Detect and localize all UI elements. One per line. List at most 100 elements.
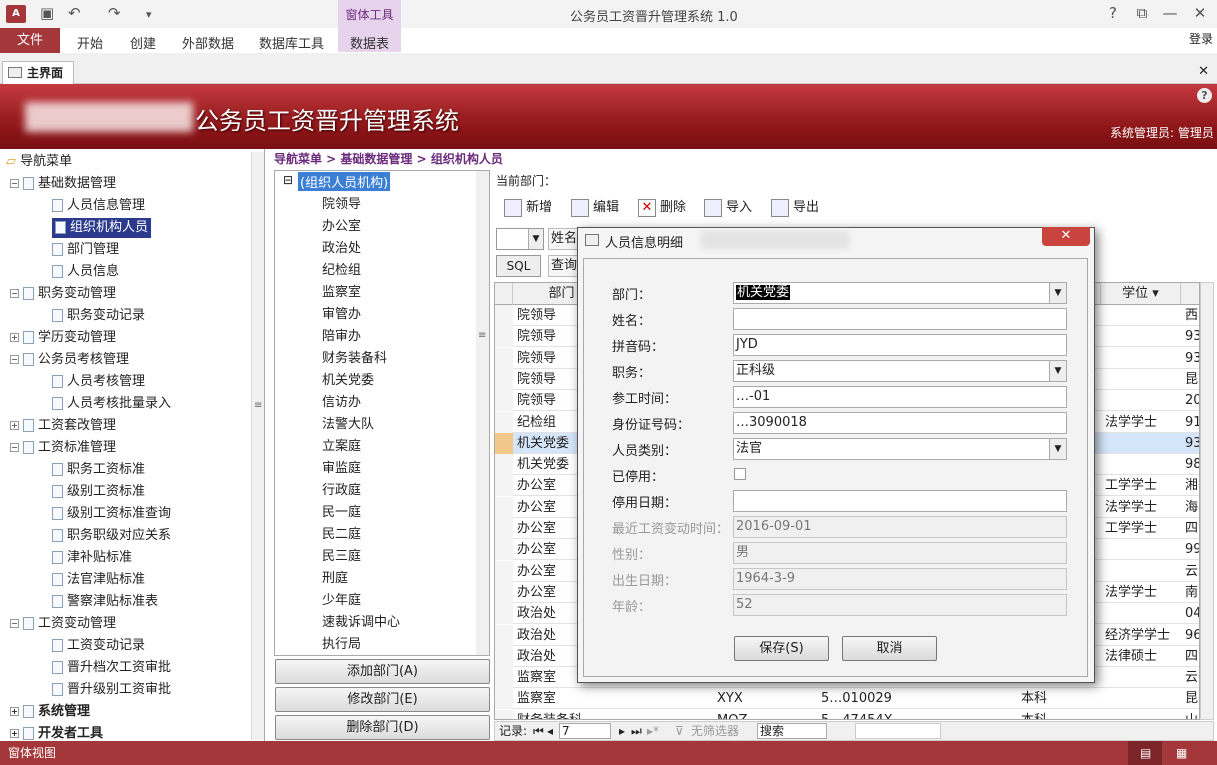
field-input[interactable]: …3090018 [733, 412, 1067, 434]
table-cell[interactable] [1105, 688, 1181, 709]
row-selector[interactable] [495, 368, 513, 390]
tab-create[interactable]: 创建 [130, 33, 156, 52]
splitter-grip-icon[interactable]: ≡ [254, 400, 262, 411]
column-header-degree[interactable]: 学位 ▾ [1101, 283, 1181, 305]
table-cell[interactable]: 监察室 [517, 688, 609, 709]
table-cell[interactable]: 昆 [1185, 369, 1199, 390]
nav-item[interactable]: 职务职级对应关系 [52, 526, 171, 546]
chevron-down-icon[interactable]: ▼ [1049, 439, 1066, 459]
table-cell[interactable]: 四 [1185, 646, 1199, 667]
help-icon[interactable]: ? [1197, 88, 1212, 103]
table-cell[interactable] [1105, 433, 1181, 454]
no-filter-indicator[interactable]: 无筛选器 [691, 722, 739, 740]
nav-item[interactable]: 组织机构人员 [52, 218, 152, 238]
table-cell[interactable]: 南 [1185, 582, 1199, 603]
prev-record-icon[interactable]: ◂ [547, 722, 553, 740]
delete-dept-button[interactable]: 删除部门(D) [275, 715, 490, 740]
search-input[interactable]: 搜索 [757, 723, 827, 739]
table-cell[interactable] [1105, 561, 1181, 582]
customize-qat-icon[interactable]: ▾ [146, 8, 152, 21]
tab-datasheet[interactable]: 数据表 [350, 33, 389, 52]
nav-item[interactable]: + 系统管理 [10, 702, 90, 722]
row-selector[interactable] [495, 624, 513, 646]
nav-item[interactable]: + 工资套改管理 [10, 416, 116, 436]
first-record-icon[interactable]: ⏮ [533, 722, 544, 740]
row-selector[interactable] [495, 475, 513, 497]
nav-item[interactable]: 职务工资标准 [52, 460, 145, 480]
tab-file[interactable]: 文件 [0, 28, 60, 53]
select-all-corner[interactable] [495, 283, 513, 305]
nav-item[interactable]: 人员考核批量录入 [52, 394, 171, 414]
last-record-icon[interactable]: ⏭ [631, 722, 642, 740]
table-cell[interactable] [1105, 390, 1181, 411]
nav-item[interactable]: − 职务变动管理 [10, 284, 116, 304]
row-selector[interactable] [495, 560, 513, 582]
column-header-next[interactable] [1181, 283, 1199, 305]
table-cell[interactable] [1105, 305, 1181, 326]
undo-icon[interactable]: ↶ [68, 4, 81, 22]
nav-item[interactable]: 级别工资标准查询 [52, 504, 171, 524]
nav-item[interactable]: 工资变动记录 [52, 636, 145, 656]
org-tree-item[interactable]: 立案庭 [322, 435, 361, 454]
table-cell[interactable]: 经济学学士 [1105, 625, 1181, 646]
table-cell[interactable] [1105, 667, 1181, 688]
redo-icon[interactable]: ↷ [108, 4, 121, 22]
table-cell[interactable]: 5…010029 [821, 688, 1011, 709]
nav-item[interactable]: 警察津贴标准表 [52, 592, 158, 612]
chevron-down-icon[interactable]: ▼ [1049, 283, 1066, 303]
splitter-grip-icon[interactable]: ≡ [478, 330, 486, 341]
import-button[interactable]: 导入 [702, 197, 752, 221]
tab-external-data[interactable]: 外部数据 [182, 33, 234, 52]
table-cell[interactable] [1105, 348, 1181, 369]
expand-icon[interactable]: + [10, 421, 19, 430]
login-link[interactable]: 登录 [1189, 30, 1213, 47]
table-cell[interactable] [607, 710, 707, 719]
tab-database-tools[interactable]: 数据库工具 [259, 33, 324, 52]
edit-dept-button[interactable]: 修改部门(E) [275, 687, 490, 712]
current-record-field[interactable]: 7 [559, 723, 611, 739]
org-tree-item[interactable]: 监察室 [322, 281, 361, 300]
table-cell[interactable]: 云 [1185, 561, 1199, 582]
nav-item[interactable]: 晋升档次工资审批 [52, 658, 171, 678]
collapse-icon[interactable]: − [10, 289, 19, 298]
table-cell[interactable]: 法律硕士 [1105, 646, 1181, 667]
row-selector[interactable] [495, 305, 513, 326]
field-input[interactable]: …-01 [733, 386, 1067, 408]
nav-item[interactable]: 晋升级别工资审批 [52, 680, 171, 700]
org-tree-item[interactable]: 行政庭 [322, 479, 361, 498]
export-button[interactable]: 导出 [769, 197, 819, 221]
disabled-checkbox[interactable] [734, 468, 746, 480]
org-tree-item[interactable]: 机关党委 [322, 369, 374, 388]
tab-main-form[interactable]: 主界面 [2, 61, 74, 84]
collapse-icon[interactable]: − [10, 443, 19, 452]
table-cell[interactable]: 法学学士 [1105, 497, 1181, 518]
nav-item[interactable]: 级别工资标准 [52, 482, 145, 502]
chevron-down-icon[interactable]: ▼ [1049, 361, 1066, 381]
next-record-icon[interactable]: ▸ [619, 722, 625, 740]
org-tree-item[interactable]: 审监庭 [322, 457, 361, 476]
grid-vertical-scrollbar[interactable] [1200, 282, 1214, 720]
nav-scrollbar[interactable] [251, 152, 264, 740]
table-cell[interactable] [1105, 326, 1181, 347]
org-tree-item[interactable]: 院领导 [322, 193, 361, 212]
org-tree-item[interactable]: 法警大队 [322, 413, 374, 432]
table-cell[interactable]: 98 [1185, 454, 1199, 475]
expand-icon[interactable]: + [10, 707, 19, 716]
table-cell[interactable]: 本科 [1021, 710, 1101, 719]
field-select[interactable]: 正科级 ▼ [733, 360, 1067, 382]
table-cell[interactable]: 海 [1185, 497, 1199, 518]
table-cell[interactable]: 93 [1185, 348, 1199, 369]
minimize-button[interactable]: — [1158, 4, 1182, 22]
table-row[interactable]: 财务装备科 MQZ 5…47454X 本科 山 [495, 709, 1199, 719]
row-selector[interactable] [495, 667, 513, 689]
add-dept-button[interactable]: 添加部门(A) [275, 659, 490, 684]
edit-button[interactable]: 编辑 [569, 197, 619, 221]
collapse-icon[interactable]: ⊟ [283, 173, 293, 187]
org-tree-item[interactable]: 财务装备科 [322, 347, 387, 366]
table-cell[interactable]: 5…47454X [821, 710, 1011, 719]
org-tree-item[interactable]: 民一庭 [322, 501, 361, 520]
nav-item[interactable]: − 工资标准管理 [10, 438, 116, 458]
row-selector[interactable] [495, 518, 513, 539]
table-cell[interactable]: XYX [717, 688, 807, 709]
access-app-icon[interactable]: A [6, 5, 26, 23]
